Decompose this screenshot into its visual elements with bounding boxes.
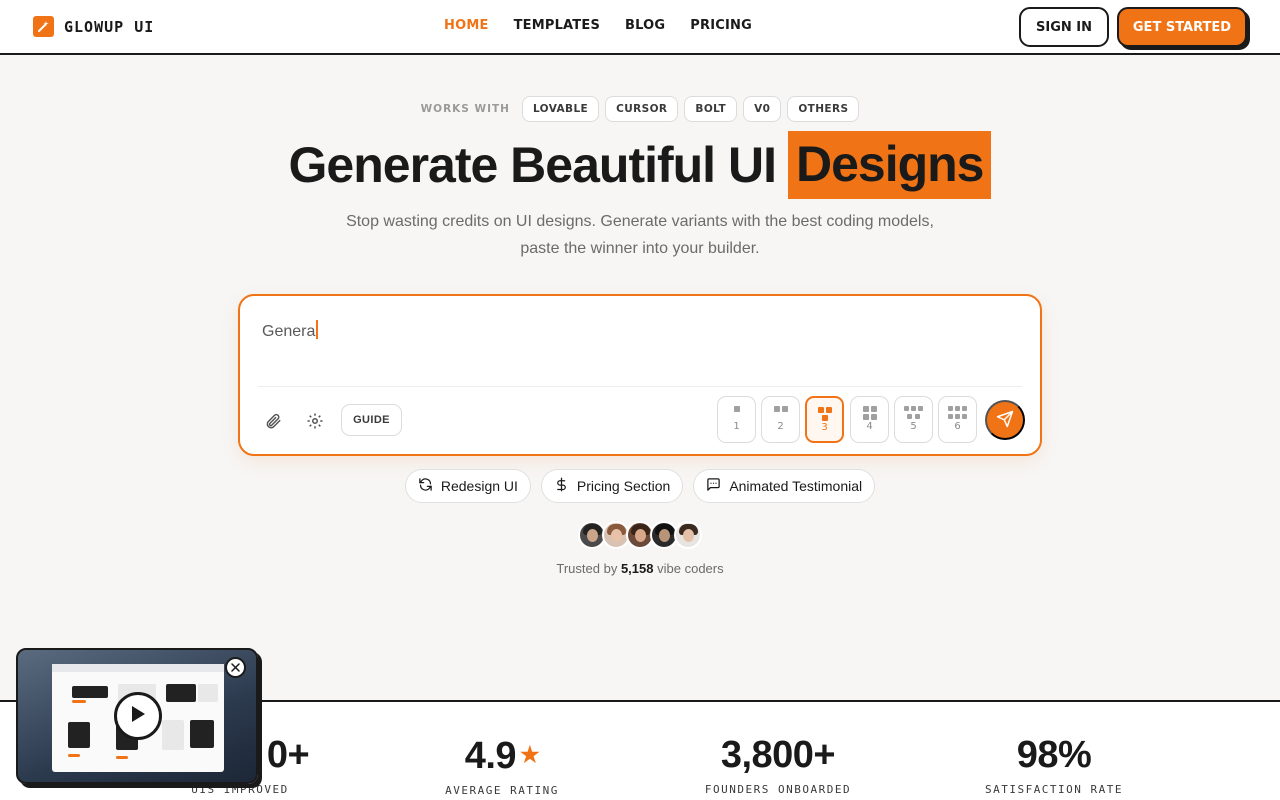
thumb-block: [162, 720, 184, 750]
grid-1-icon: [718, 406, 755, 412]
variant-number: 2: [777, 421, 784, 432]
grid-3-icon: [807, 407, 842, 421]
stat-value: 98%: [1016, 734, 1092, 776]
works-with-row: WORKS WITH LOVABLE CURSOR BOLT V0 OTHERS: [0, 96, 1280, 122]
avatar-stack: [578, 521, 702, 549]
magic-wand-icon: [33, 16, 54, 37]
gear-icon[interactable]: [304, 410, 326, 432]
video-preview-popup[interactable]: [16, 648, 258, 784]
play-button[interactable]: [114, 692, 162, 740]
suggestion-label: Redesign UI: [440, 478, 518, 494]
hero-headline: Generate Beautiful UI Designs: [0, 131, 1280, 199]
variant-number: 4: [866, 421, 873, 432]
close-video-button[interactable]: [225, 657, 246, 678]
trusted-count: 5,158: [620, 561, 654, 576]
variant-number: 6: [954, 421, 961, 432]
stat-founders-onboarded: 3,800+ FOUNDERS ONBOARDED: [658, 735, 898, 796]
suggestion-chips: Redesign UI Pricing Section Animated Tes…: [0, 469, 1280, 503]
grid-6-icon: [939, 406, 976, 420]
site-header: GLOWUP UI HOME TEMPLATES BLOG PRICING SI…: [0, 0, 1280, 55]
stat-value: 4.9: [464, 735, 517, 777]
thumb-block: [166, 684, 196, 702]
dollar-icon: [554, 477, 577, 495]
nav-templates[interactable]: TEMPLATES: [514, 18, 600, 33]
variant-number: 1: [733, 421, 740, 432]
thumb-block: [116, 756, 128, 759]
stat-label: FOUNDERS ONBOARDED: [704, 783, 852, 796]
nav-home[interactable]: HOME: [444, 18, 489, 33]
send-button[interactable]: [985, 400, 1025, 440]
thumb-block: [68, 722, 90, 748]
headline-highlight: Designs: [787, 131, 992, 199]
paperclip-icon[interactable]: [262, 410, 284, 432]
thumb-block: [72, 700, 86, 703]
prompt-input[interactable]: Genera: [262, 320, 319, 341]
grid-5-icon: [895, 406, 932, 420]
chat-icon: [706, 477, 729, 495]
prompt-divider: [258, 386, 1022, 387]
headline-main: Generate Beautiful UI: [288, 137, 777, 193]
close-icon: [231, 660, 240, 675]
works-with-label: WORKS WITH: [420, 103, 510, 115]
star-icon: ★: [520, 742, 540, 767]
sign-in-button[interactable]: SIGN IN: [1019, 7, 1109, 47]
trusted-prefix: Trusted by: [556, 561, 618, 576]
refresh-icon: [418, 477, 441, 495]
variant-number: 5: [910, 421, 917, 432]
suggestion-pricing-section[interactable]: Pricing Section: [540, 469, 684, 503]
nav-pricing[interactable]: PRICING: [690, 18, 752, 33]
suggestion-label: Animated Testimonial: [729, 478, 863, 494]
grid-4-icon: [851, 406, 888, 420]
stat-value: 3,800+: [720, 734, 836, 776]
stat-label: AVERAGE RATING: [445, 784, 559, 797]
grid-2-icon: [762, 406, 799, 412]
chip-cursor[interactable]: CURSOR: [605, 96, 679, 122]
play-icon: [129, 704, 147, 728]
variant-2-button[interactable]: 2: [761, 396, 800, 443]
trusted-suffix: vibe coders: [657, 561, 724, 576]
brand-name: GLOWUP UI: [64, 17, 155, 36]
chip-v0[interactable]: V0: [743, 96, 782, 122]
stat-value-wrap: 4.9 ★: [382, 735, 622, 776]
prompt-input-value: Genera: [262, 323, 316, 340]
thumb-block: [190, 720, 214, 748]
chip-lovable[interactable]: LOVABLE: [521, 96, 600, 122]
hero-subtitle: Stop wasting credits on UI designs. Gene…: [346, 213, 934, 257]
variant-5-button[interactable]: 5: [894, 396, 933, 443]
trusted-by-text: Trusted by 5,158 vibe coders: [0, 561, 1280, 576]
suggestion-animated-testimonial[interactable]: Animated Testimonial: [693, 469, 876, 503]
variant-3-button[interactable]: 3: [805, 396, 844, 443]
thumb-block: [68, 754, 80, 757]
thumb-block: [72, 686, 108, 698]
chip-others[interactable]: OTHERS: [787, 96, 860, 122]
avatar: [674, 521, 702, 549]
chip-bolt[interactable]: BOLT: [684, 96, 738, 122]
stat-average-rating: 4.9 ★ AVERAGE RATING: [382, 735, 622, 797]
variant-4-button[interactable]: 4: [850, 396, 889, 443]
guide-button[interactable]: GUIDE: [341, 404, 402, 436]
get-started-button[interactable]: GET STARTED: [1117, 7, 1247, 47]
suggestion-label: Pricing Section: [576, 478, 671, 494]
variant-6-button[interactable]: 6: [938, 396, 977, 443]
suggestion-redesign-ui[interactable]: Redesign UI: [404, 469, 531, 503]
browser-bar: [52, 664, 224, 672]
brand-logo[interactable]: GLOWUP UI: [33, 16, 154, 37]
variant-number: 3: [821, 422, 828, 433]
thumb-block: [198, 684, 218, 702]
text-caret: [316, 320, 319, 339]
send-icon: [996, 410, 1014, 431]
prompt-box: Genera GUIDE 1 2 3 4 5 6: [238, 294, 1042, 456]
stat-satisfaction-rate: 98% SATISFACTION RATE: [934, 735, 1174, 796]
main-nav: HOME TEMPLATES BLOG PRICING: [444, 18, 777, 33]
nav-blog[interactable]: BLOG: [625, 18, 665, 33]
stat-label: SATISFACTION RATE: [984, 783, 1124, 796]
variant-1-button[interactable]: 1: [717, 396, 756, 443]
stat-label: UIS IMPROVED: [191, 783, 289, 796]
